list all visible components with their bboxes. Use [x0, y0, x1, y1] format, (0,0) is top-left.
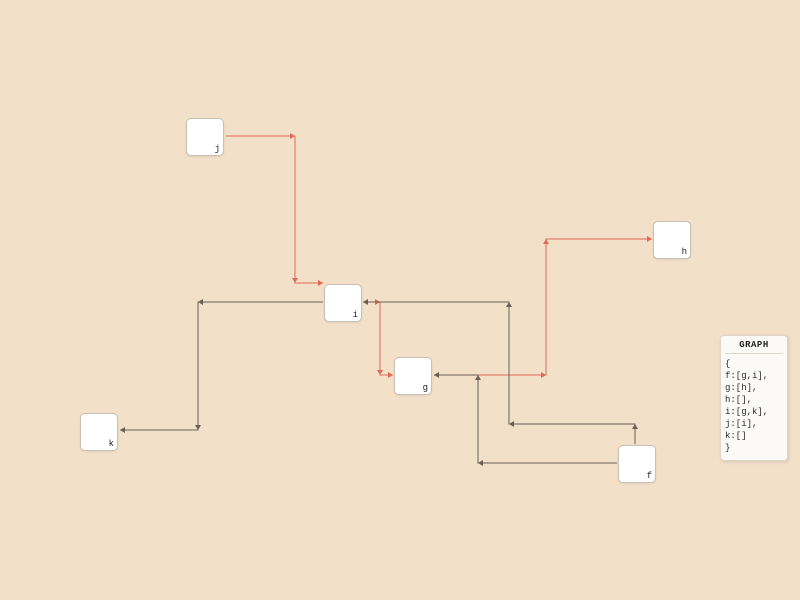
legend-title: GRAPH [725, 340, 783, 353]
node-label: k [109, 439, 114, 449]
node-label: g [423, 383, 428, 393]
node-label: h [682, 247, 687, 257]
node-i[interactable]: i [324, 284, 362, 322]
node-h[interactable]: h [653, 221, 691, 259]
node-k[interactable]: k [80, 413, 118, 451]
legend-body: { f:[g,i], g:[h], h:[], i:[g,k], j:[i], … [725, 353, 783, 454]
node-label: j [215, 144, 220, 154]
diagram-canvas: j h i g k f GRAPH { f:[g,i], g:[h], h:[]… [0, 0, 800, 600]
node-j[interactable]: j [186, 118, 224, 156]
node-f[interactable]: f [618, 445, 656, 483]
graph-legend: GRAPH { f:[g,i], g:[h], h:[], i:[g,k], j… [720, 335, 788, 461]
node-label: f [647, 471, 652, 481]
node-label: i [353, 310, 358, 320]
node-g[interactable]: g [394, 357, 432, 395]
edges-layer [0, 0, 800, 600]
